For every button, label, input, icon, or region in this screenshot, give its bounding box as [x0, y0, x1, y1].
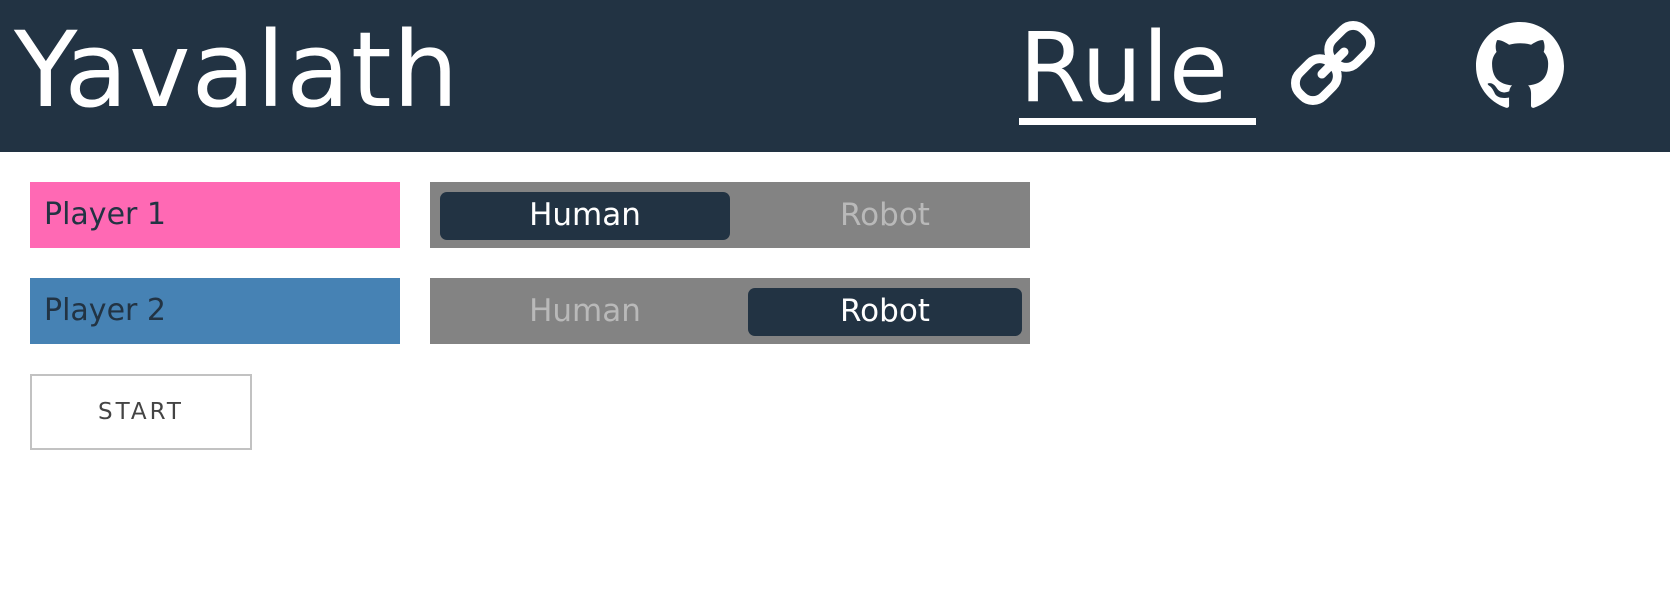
player-1-type-toggle: Human Robot	[430, 182, 1030, 248]
player-2-label: Player 2	[30, 278, 400, 344]
github-icon[interactable]	[1476, 22, 1564, 110]
player-1-robot-option[interactable]: Robot	[748, 192, 1022, 240]
app-header: Yavalath Rule	[0, 0, 1670, 152]
rule-link-label: Rule	[1019, 18, 1256, 125]
start-button[interactable]: START	[30, 374, 252, 450]
player-2-type-toggle: Human Robot	[430, 278, 1030, 344]
chain-link-icon[interactable]	[1284, 14, 1382, 112]
rule-link[interactable]: Rule	[1019, 14, 1256, 125]
player-1-human-option[interactable]: Human	[440, 192, 730, 240]
app-title: Yavalath	[14, 9, 460, 131]
player-2-human-option[interactable]: Human	[440, 288, 730, 336]
player-2-robot-option[interactable]: Robot	[748, 288, 1022, 336]
player-1-label: Player 1	[30, 182, 400, 248]
